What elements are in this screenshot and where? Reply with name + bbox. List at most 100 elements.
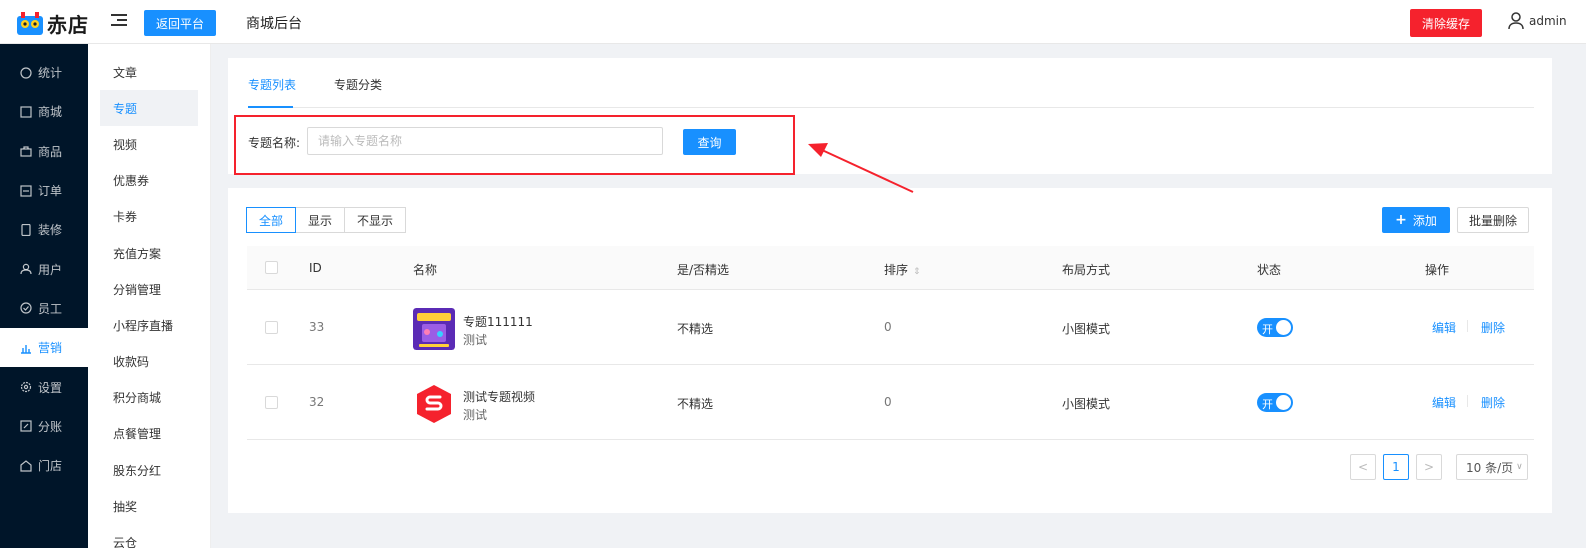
sort-icon: ⇕ bbox=[913, 267, 921, 277]
sub-item-articles[interactable]: 文章 bbox=[88, 54, 210, 90]
row-layout: 小图模式 bbox=[1062, 397, 1111, 411]
sidebar-item-stores[interactable]: 门店 bbox=[0, 446, 88, 485]
user-icon bbox=[20, 263, 32, 275]
sub-item-cloud[interactable]: 云仓 bbox=[88, 524, 210, 548]
main-sidebar: 统计 商城 商品 订单 装修 用户 员工 营销 设置 分账 门店 bbox=[0, 44, 88, 548]
row-id: 32 bbox=[309, 395, 325, 409]
menu-toggle-icon[interactable] bbox=[111, 14, 127, 28]
col-actions: 操作 bbox=[1425, 263, 1450, 277]
delete-link[interactable]: 删除 bbox=[1481, 319, 1505, 336]
sidebar-item-stats[interactable]: 统计 bbox=[0, 53, 88, 92]
sidebar-item-marketing[interactable]: 营销 bbox=[0, 328, 88, 368]
phone-icon bbox=[20, 223, 32, 236]
select-all-checkbox[interactable] bbox=[265, 261, 278, 274]
filter-shown[interactable]: 显示 bbox=[295, 207, 346, 233]
col-sort[interactable]: 排序 ⇕ bbox=[884, 261, 921, 278]
annotation-highlight-box bbox=[234, 115, 795, 175]
table-row: 33 专题111111 测试 不精选 0 小图模式 开 编辑 删除 bbox=[247, 290, 1534, 365]
logo[interactable]: 赤店 bbox=[16, 9, 89, 38]
col-featured: 是/否精选 bbox=[677, 263, 730, 277]
back-to-platform-button[interactable]: 返回平台 bbox=[144, 10, 216, 36]
row-featured: 不精选 bbox=[677, 322, 714, 336]
split-icon bbox=[20, 420, 32, 432]
col-id: ID bbox=[309, 261, 322, 275]
topic-title: 专题111111 bbox=[463, 315, 533, 329]
row-featured: 不精选 bbox=[677, 397, 714, 411]
sub-item-ordering[interactable]: 点餐管理 bbox=[88, 416, 210, 452]
batch-delete-button[interactable]: 批量删除 bbox=[1457, 207, 1529, 233]
sidebar-item-settings[interactable]: 设置 bbox=[0, 367, 88, 406]
sub-item-topics[interactable]: 专题 bbox=[100, 90, 198, 127]
status-toggle[interactable]: 开 bbox=[1257, 393, 1293, 412]
sub-item-cards[interactable]: 卡券 bbox=[88, 199, 210, 235]
sub-item-payment-code[interactable]: 收款码 bbox=[88, 344, 210, 380]
tab-bar: 专题列表 专题分类 bbox=[248, 58, 1534, 108]
tab-active-indicator bbox=[248, 106, 293, 108]
bag-icon bbox=[20, 145, 32, 157]
row-checkbox[interactable] bbox=[265, 396, 278, 409]
row-checkbox[interactable] bbox=[265, 321, 278, 334]
filter-hidden[interactable]: 不显示 bbox=[344, 207, 407, 233]
topic-table: ID 名称 是/否精选 排序 ⇕ 布局方式 状态 操作 33 专题111111 测… bbox=[247, 246, 1534, 440]
sidebar-item-staff[interactable]: 员工 bbox=[0, 289, 88, 328]
topic-subtitle: 测试 bbox=[463, 408, 488, 422]
next-page-button[interactable]: > bbox=[1416, 454, 1442, 480]
row-sort: 0 bbox=[884, 320, 892, 334]
status-toggle[interactable]: 开 bbox=[1257, 318, 1293, 337]
shop-icon bbox=[20, 459, 32, 472]
tab-topic-category[interactable]: 专题分类 bbox=[334, 76, 382, 93]
user-menu[interactable]: admin bbox=[1508, 12, 1567, 30]
toggle-knob bbox=[1276, 395, 1291, 410]
topic-thumbnail[interactable] bbox=[413, 383, 455, 425]
sub-item-lottery[interactable]: 抽奖 bbox=[88, 488, 210, 524]
sidebar-item-mall[interactable]: 商城 bbox=[0, 92, 88, 131]
marketing-icon bbox=[20, 342, 32, 354]
edit-link[interactable]: 编辑 bbox=[1432, 394, 1456, 411]
site-title: 商城后台 bbox=[246, 16, 302, 32]
gear-icon bbox=[20, 381, 32, 393]
chevron-down-icon: ∨ bbox=[1516, 462, 1523, 472]
sidebar-item-split[interactable]: 分账 bbox=[0, 407, 88, 446]
sub-item-videos[interactable]: 视频 bbox=[88, 126, 210, 162]
sub-sidebar: 文章 专题 视频 优惠券 卡券 充值方案 分销管理 小程序直播 收款码 积分商城… bbox=[88, 44, 211, 548]
clear-cache-button[interactable]: 清除缓存 bbox=[1410, 9, 1482, 37]
table-row: 32 测试专题视频 测试 不精选 0 小图模式 开 编辑 删除 bbox=[247, 365, 1534, 440]
sub-item-points-mall[interactable]: 积分商城 bbox=[88, 380, 210, 416]
user-icon bbox=[1508, 12, 1524, 30]
topic-subtitle: 测试 bbox=[463, 333, 488, 347]
sub-item-recharge[interactable]: 充值方案 bbox=[88, 235, 210, 271]
topic-thumbnail[interactable] bbox=[413, 308, 455, 350]
row-sort: 0 bbox=[884, 395, 892, 409]
sidebar-item-users[interactable]: 用户 bbox=[0, 249, 88, 288]
prev-page-button[interactable]: < bbox=[1350, 454, 1376, 480]
sub-item-dividend[interactable]: 股东分红 bbox=[88, 452, 210, 488]
table-header: ID 名称 是/否精选 排序 ⇕ 布局方式 状态 操作 bbox=[247, 246, 1534, 290]
row-layout: 小图模式 bbox=[1062, 322, 1111, 336]
plus-icon: + bbox=[1395, 212, 1407, 228]
chart-icon bbox=[20, 67, 32, 79]
filter-all[interactable]: 全部 bbox=[246, 207, 297, 233]
edit-link[interactable]: 编辑 bbox=[1432, 319, 1456, 336]
page-1-button[interactable]: 1 bbox=[1383, 454, 1409, 480]
col-name: 名称 bbox=[413, 263, 438, 277]
sub-item-live[interactable]: 小程序直播 bbox=[88, 307, 210, 343]
sub-item-coupons[interactable]: 优惠券 bbox=[88, 163, 210, 199]
delete-link[interactable]: 删除 bbox=[1481, 394, 1505, 411]
add-button[interactable]: + 添加 bbox=[1382, 207, 1450, 233]
action-divider bbox=[1467, 320, 1468, 332]
sidebar-item-goods[interactable]: 商品 bbox=[0, 132, 88, 171]
col-layout: 布局方式 bbox=[1062, 263, 1111, 277]
order-icon bbox=[20, 184, 32, 197]
logo-text: 赤店 bbox=[47, 13, 89, 37]
row-id: 33 bbox=[309, 320, 325, 334]
sub-item-distribution[interactable]: 分销管理 bbox=[88, 271, 210, 307]
topic-list-panel: 全部 显示 不显示 + 添加 批量删除 ID 名称 是/否精选 排序 ⇕ 布局方式 … bbox=[228, 188, 1552, 513]
staff-icon bbox=[20, 302, 32, 315]
logo-icon bbox=[17, 11, 43, 35]
filter-group: 全部 显示 不显示 bbox=[246, 207, 407, 233]
sidebar-item-decor[interactable]: 装修 bbox=[0, 210, 88, 249]
tab-topic-list[interactable]: 专题列表 bbox=[248, 76, 296, 93]
action-divider bbox=[1467, 395, 1468, 407]
sidebar-item-orders[interactable]: 订单 bbox=[0, 171, 88, 210]
page-size-select[interactable]: 10 条/页 ∨ bbox=[1456, 454, 1528, 480]
